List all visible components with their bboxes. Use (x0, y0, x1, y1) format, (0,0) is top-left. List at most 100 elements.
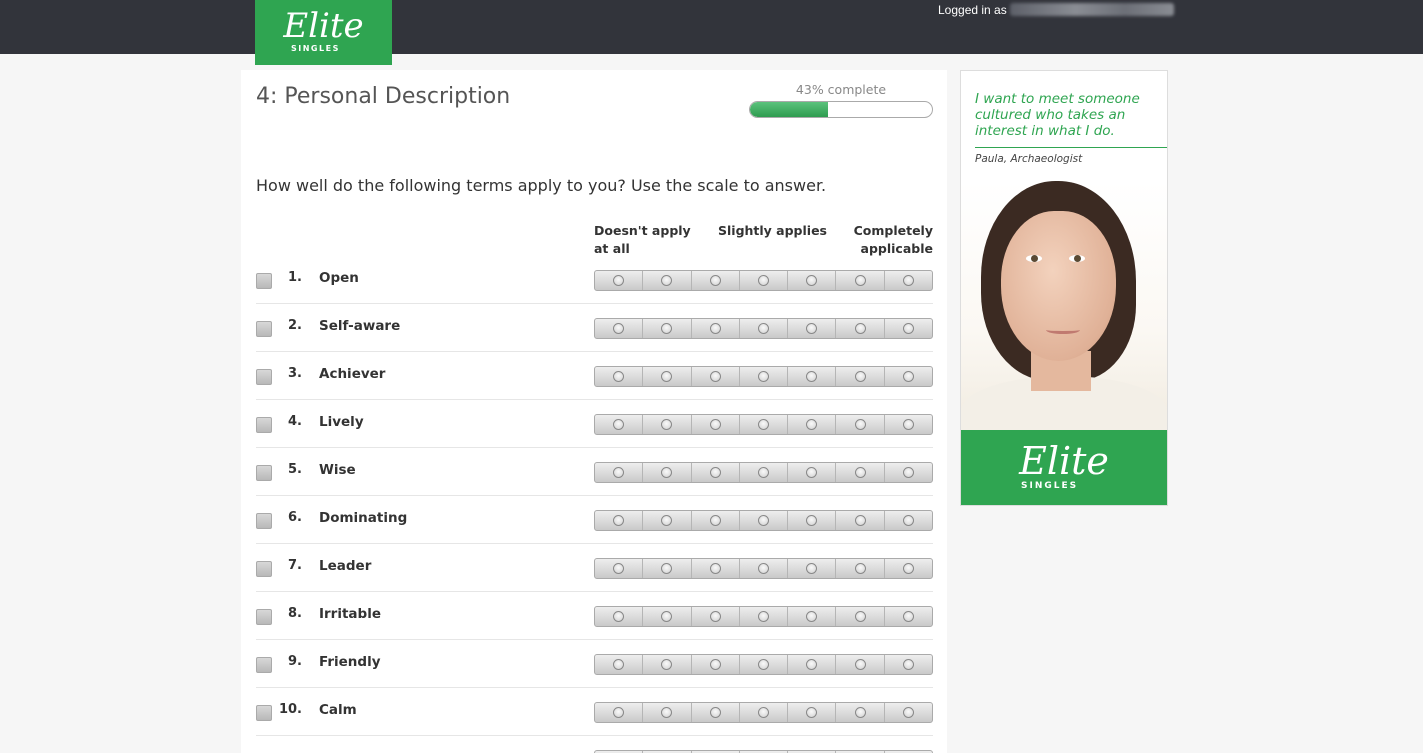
rating-option[interactable] (595, 271, 644, 290)
radio-button-3[interactable] (709, 467, 721, 478)
radio-button-1[interactable] (613, 659, 625, 670)
radio-button-4[interactable] (757, 659, 769, 670)
rating-option[interactable] (595, 703, 644, 722)
rating-option[interactable] (836, 367, 885, 386)
radio-button-7[interactable] (902, 467, 914, 478)
rating-option[interactable] (836, 559, 885, 578)
rating-option[interactable] (885, 703, 932, 722)
radio-button-5[interactable] (806, 611, 818, 622)
row-checkbox[interactable] (256, 417, 272, 433)
radio-button-4[interactable] (757, 515, 769, 526)
rating-option[interactable] (885, 463, 932, 482)
radio-button-4[interactable] (757, 707, 769, 718)
rating-option[interactable] (643, 511, 692, 530)
radio-button-7[interactable] (902, 419, 914, 430)
rating-option[interactable] (595, 319, 644, 338)
radio-button-7[interactable] (902, 275, 914, 286)
radio-button-6[interactable] (854, 371, 866, 382)
rating-option[interactable] (643, 607, 692, 626)
radio-button-7[interactable] (902, 611, 914, 622)
radio-button-6[interactable] (854, 275, 866, 286)
radio-button-2[interactable] (661, 467, 673, 478)
rating-option[interactable] (885, 415, 932, 434)
rating-option[interactable] (788, 559, 837, 578)
radio-button-1[interactable] (613, 371, 625, 382)
radio-button-1[interactable] (613, 515, 625, 526)
radio-button-4[interactable] (757, 371, 769, 382)
radio-button-3[interactable] (709, 707, 721, 718)
rating-option[interactable] (643, 319, 692, 338)
rating-option[interactable] (788, 703, 837, 722)
rating-option[interactable] (885, 559, 932, 578)
rating-option[interactable] (740, 271, 789, 290)
rating-option[interactable] (692, 415, 740, 434)
row-checkbox[interactable] (256, 657, 272, 673)
radio-button-4[interactable] (757, 467, 769, 478)
row-checkbox[interactable] (256, 609, 272, 625)
row-checkbox[interactable] (256, 465, 272, 481)
radio-button-5[interactable] (806, 707, 818, 718)
radio-button-4[interactable] (757, 419, 769, 430)
rating-option[interactable] (595, 463, 644, 482)
rating-option[interactable] (740, 607, 789, 626)
radio-button-6[interactable] (854, 419, 866, 430)
rating-option[interactable] (836, 511, 885, 530)
rating-option[interactable] (788, 319, 837, 338)
radio-button-6[interactable] (854, 563, 866, 574)
row-checkbox[interactable] (256, 705, 272, 721)
rating-option[interactable] (740, 367, 789, 386)
rating-option[interactable] (595, 367, 644, 386)
rating-option[interactable] (692, 463, 740, 482)
rating-option[interactable] (692, 319, 740, 338)
rating-option[interactable] (643, 415, 692, 434)
rating-option[interactable] (788, 415, 837, 434)
radio-button-3[interactable] (709, 515, 721, 526)
rating-option[interactable] (740, 319, 789, 338)
rating-option[interactable] (885, 271, 932, 290)
rating-option[interactable] (740, 703, 789, 722)
rating-option[interactable] (692, 271, 740, 290)
radio-button-3[interactable] (709, 419, 721, 430)
rating-option[interactable] (595, 511, 644, 530)
radio-button-6[interactable] (854, 515, 866, 526)
rating-option[interactable] (595, 607, 644, 626)
radio-button-1[interactable] (613, 419, 625, 430)
radio-button-3[interactable] (709, 611, 721, 622)
radio-button-2[interactable] (661, 611, 673, 622)
radio-button-2[interactable] (661, 659, 673, 670)
rating-option[interactable] (692, 511, 740, 530)
row-checkbox[interactable] (256, 369, 272, 385)
radio-button-2[interactable] (661, 323, 673, 334)
rating-option[interactable] (740, 511, 789, 530)
rating-option[interactable] (740, 463, 789, 482)
radio-button-3[interactable] (709, 275, 721, 286)
radio-button-2[interactable] (661, 419, 673, 430)
rating-option[interactable] (740, 415, 789, 434)
radio-button-6[interactable] (854, 467, 866, 478)
rating-option[interactable] (836, 463, 885, 482)
radio-button-1[interactable] (613, 611, 625, 622)
radio-button-2[interactable] (661, 371, 673, 382)
rating-option[interactable] (836, 655, 885, 674)
rating-option[interactable] (885, 367, 932, 386)
rating-option[interactable] (885, 319, 932, 338)
rating-option[interactable] (788, 367, 837, 386)
rating-option[interactable] (595, 559, 644, 578)
rating-option[interactable] (692, 703, 740, 722)
radio-button-7[interactable] (902, 563, 914, 574)
rating-option[interactable] (836, 607, 885, 626)
radio-button-5[interactable] (806, 563, 818, 574)
row-checkbox[interactable] (256, 561, 272, 577)
rating-option[interactable] (692, 607, 740, 626)
radio-button-5[interactable] (806, 659, 818, 670)
radio-button-1[interactable] (613, 467, 625, 478)
radio-button-7[interactable] (902, 707, 914, 718)
radio-button-3[interactable] (709, 659, 721, 670)
radio-button-5[interactable] (806, 419, 818, 430)
radio-button-2[interactable] (661, 707, 673, 718)
rating-option[interactable] (643, 559, 692, 578)
rating-option[interactable] (643, 271, 692, 290)
rating-option[interactable] (788, 271, 837, 290)
rating-option[interactable] (788, 655, 837, 674)
radio-button-6[interactable] (854, 707, 866, 718)
